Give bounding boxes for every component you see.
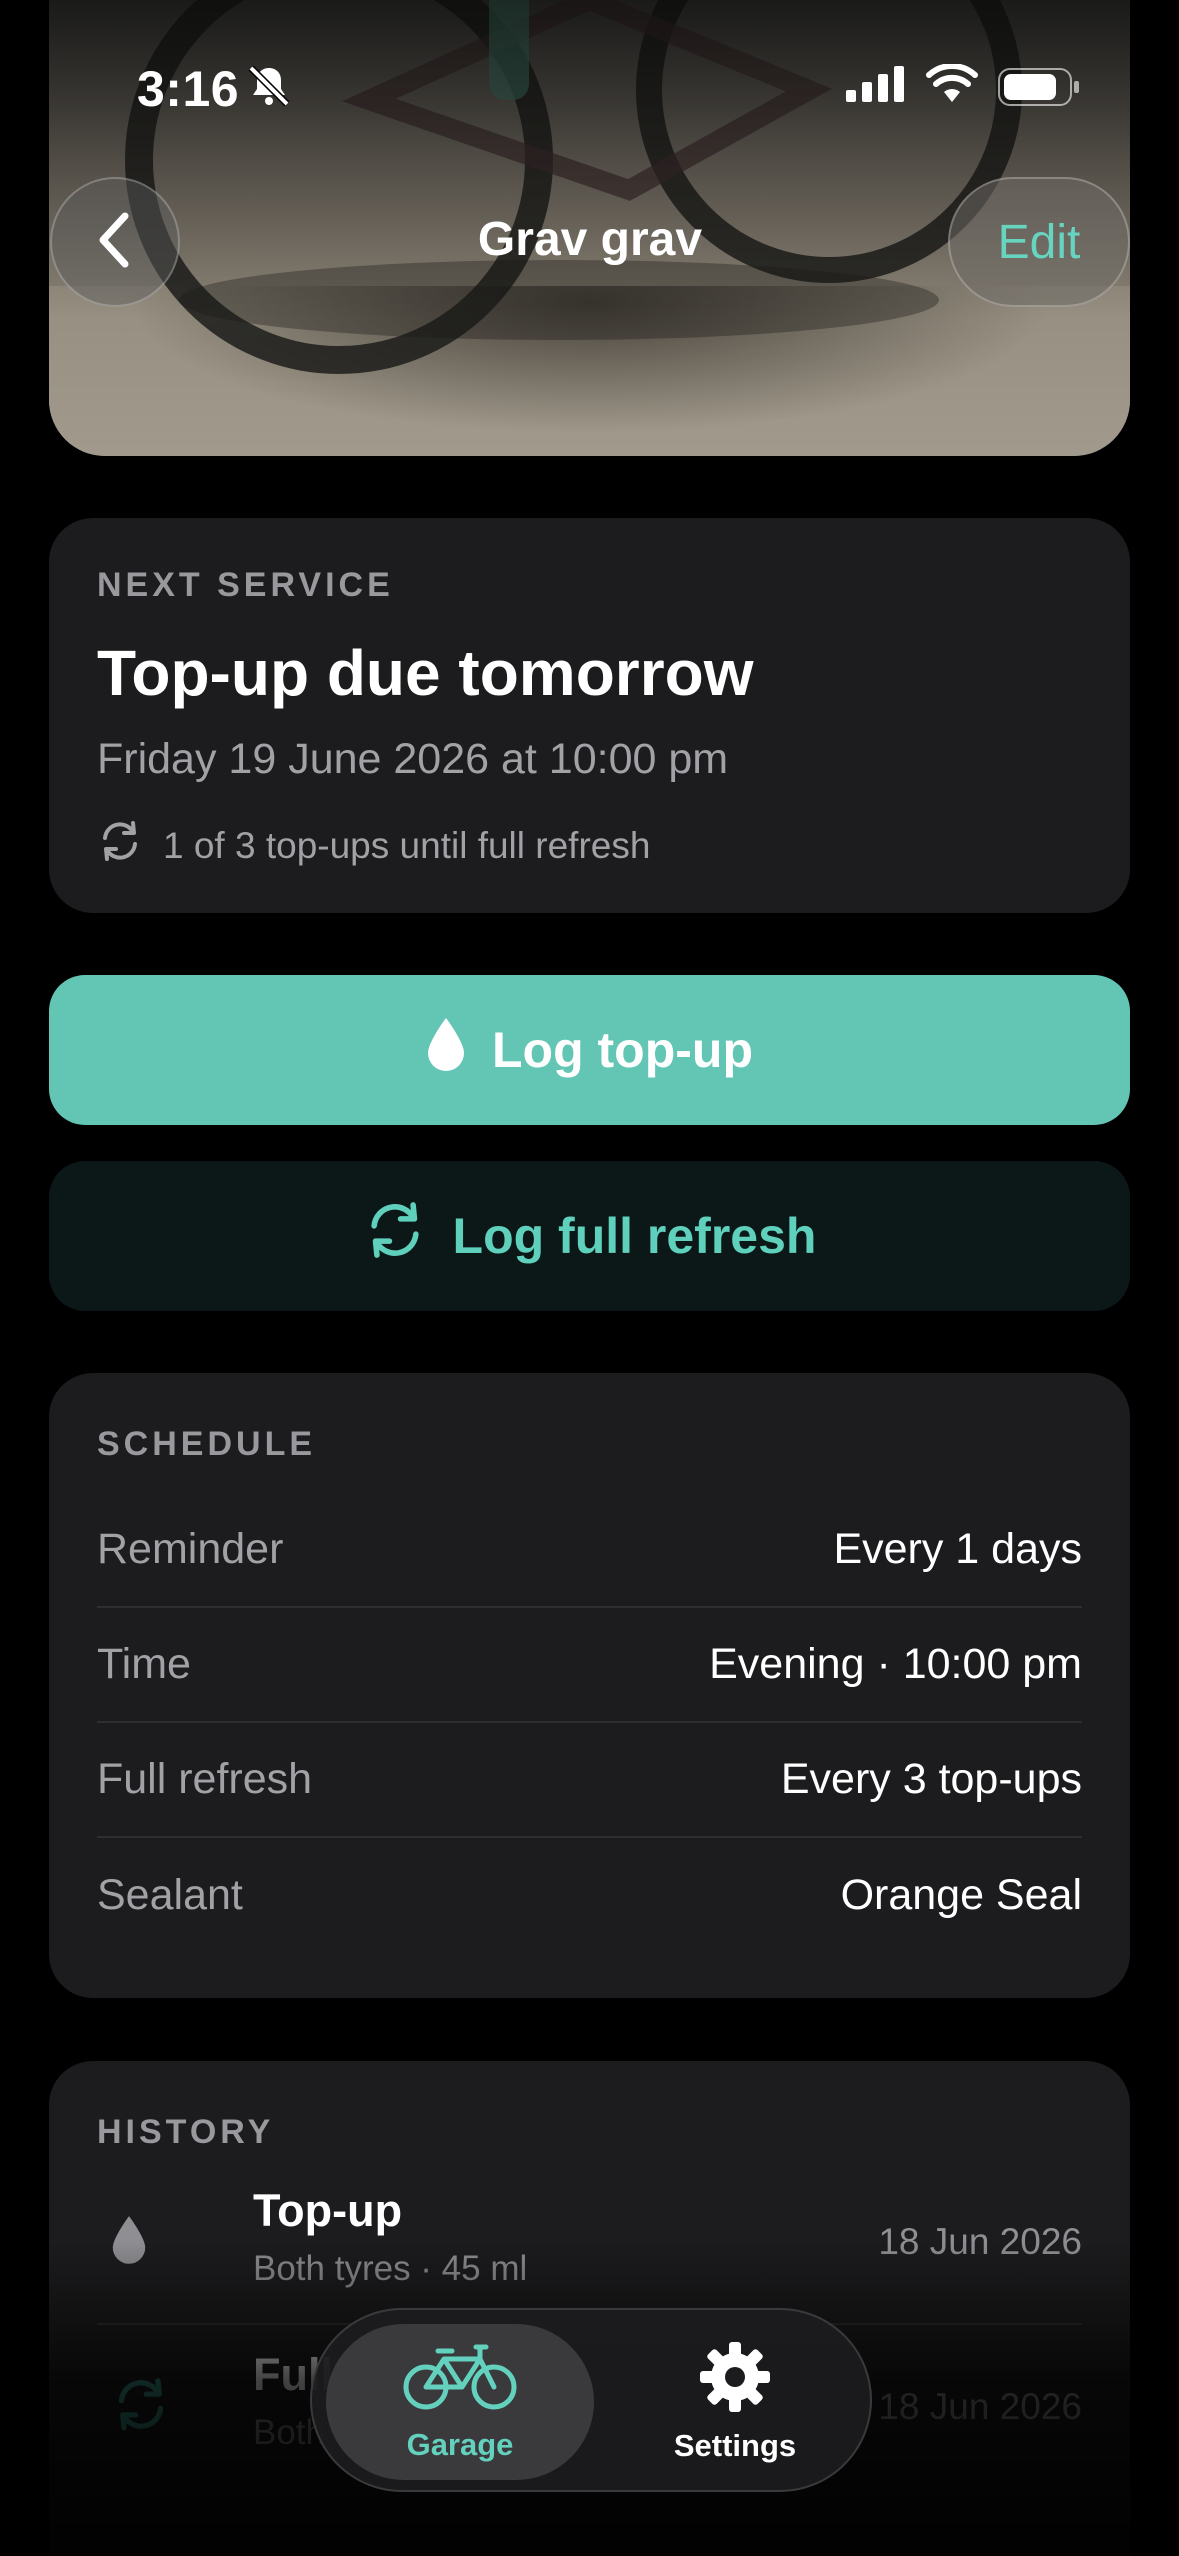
schedule-row-time[interactable]: Time Evening · 10:00 pm — [97, 1608, 1082, 1723]
next-service-label: NEXT SERVICE — [97, 566, 394, 604]
schedule-row-full-refresh[interactable]: Full refresh Every 3 top-ups — [97, 1723, 1082, 1838]
next-service-headline: Top-up due tomorrow — [97, 637, 754, 709]
schedule-key: Sealant — [97, 1871, 243, 1919]
bicycle-icon — [402, 2341, 518, 2421]
wifi-icon — [926, 63, 978, 109]
history-title: Top-up — [253, 2185, 403, 2236]
back-button[interactable] — [50, 177, 180, 307]
schedule-row-reminder[interactable]: Reminder Every 1 days — [97, 1493, 1082, 1608]
refresh-cycle-status: 1 of 3 top-ups until full refresh — [97, 818, 650, 873]
tab-settings[interactable]: Settings — [612, 2324, 858, 2480]
chevron-left-icon — [93, 210, 137, 275]
drop-icon — [111, 2213, 147, 2272]
tab-bar: Garage Settings — [310, 2308, 872, 2492]
schedule-value: Evening · 10:00 pm — [709, 1640, 1082, 1688]
tab-garage[interactable]: Garage — [326, 2324, 594, 2480]
refresh-icon — [111, 2375, 171, 2440]
edit-button[interactable]: Edit — [948, 177, 1130, 307]
log-top-up-button[interactable]: Log top-up — [49, 975, 1130, 1125]
schedule-row-sealant[interactable]: Sealant Orange Seal — [97, 1838, 1082, 1953]
schedule-label: SCHEDULE — [97, 1425, 317, 1463]
schedule-value: Orange Seal — [840, 1871, 1082, 1919]
drop-icon — [426, 1016, 466, 1084]
refresh-icon — [97, 818, 143, 873]
gear-icon — [698, 2340, 772, 2422]
log-full-refresh-button[interactable]: Log full refresh — [49, 1161, 1130, 1311]
schedule-key: Reminder — [97, 1525, 284, 1573]
battery-icon — [998, 68, 1080, 111]
status-bar: 3:16 — [0, 50, 1179, 120]
tab-garage-label: Garage — [406, 2427, 514, 2462]
schedule-key: Time — [97, 1640, 191, 1688]
history-date: 18 Jun 2026 — [878, 2386, 1082, 2427]
next-service-datetime: Friday 19 June 2026 at 10:00 pm — [97, 735, 729, 783]
schedule-card: SCHEDULE Reminder Every 1 days Time Even… — [49, 1373, 1130, 1998]
refresh-cycle-text: 1 of 3 top-ups until full refresh — [163, 824, 651, 866]
log-full-refresh-label: Log full refresh — [452, 1208, 817, 1264]
history-date: 18 Jun 2026 — [878, 2221, 1082, 2262]
next-service-card: NEXT SERVICE Top-up due tomorrow Friday … — [49, 518, 1130, 913]
status-time: 3:16 — [137, 61, 240, 117]
history-label: HISTORY — [97, 2113, 275, 2151]
page-title: Grav grav — [477, 213, 703, 266]
cellular-signal-icon — [846, 66, 904, 107]
schedule-key: Full refresh — [97, 1755, 313, 1803]
history-row[interactable]: Top-up Both tyres · 45 ml 18 Jun 2026 — [97, 2161, 1082, 2325]
refresh-icon — [363, 1198, 427, 1274]
log-top-up-label: Log top-up — [492, 1022, 753, 1078]
tab-settings-label: Settings — [673, 2428, 797, 2463]
schedule-value: Every 1 days — [833, 1525, 1082, 1573]
schedule-value: Every 3 top-ups — [780, 1755, 1082, 1803]
bell-slash-icon — [247, 64, 291, 113]
history-subtitle: Both tyres · 45 ml — [253, 2249, 528, 2288]
